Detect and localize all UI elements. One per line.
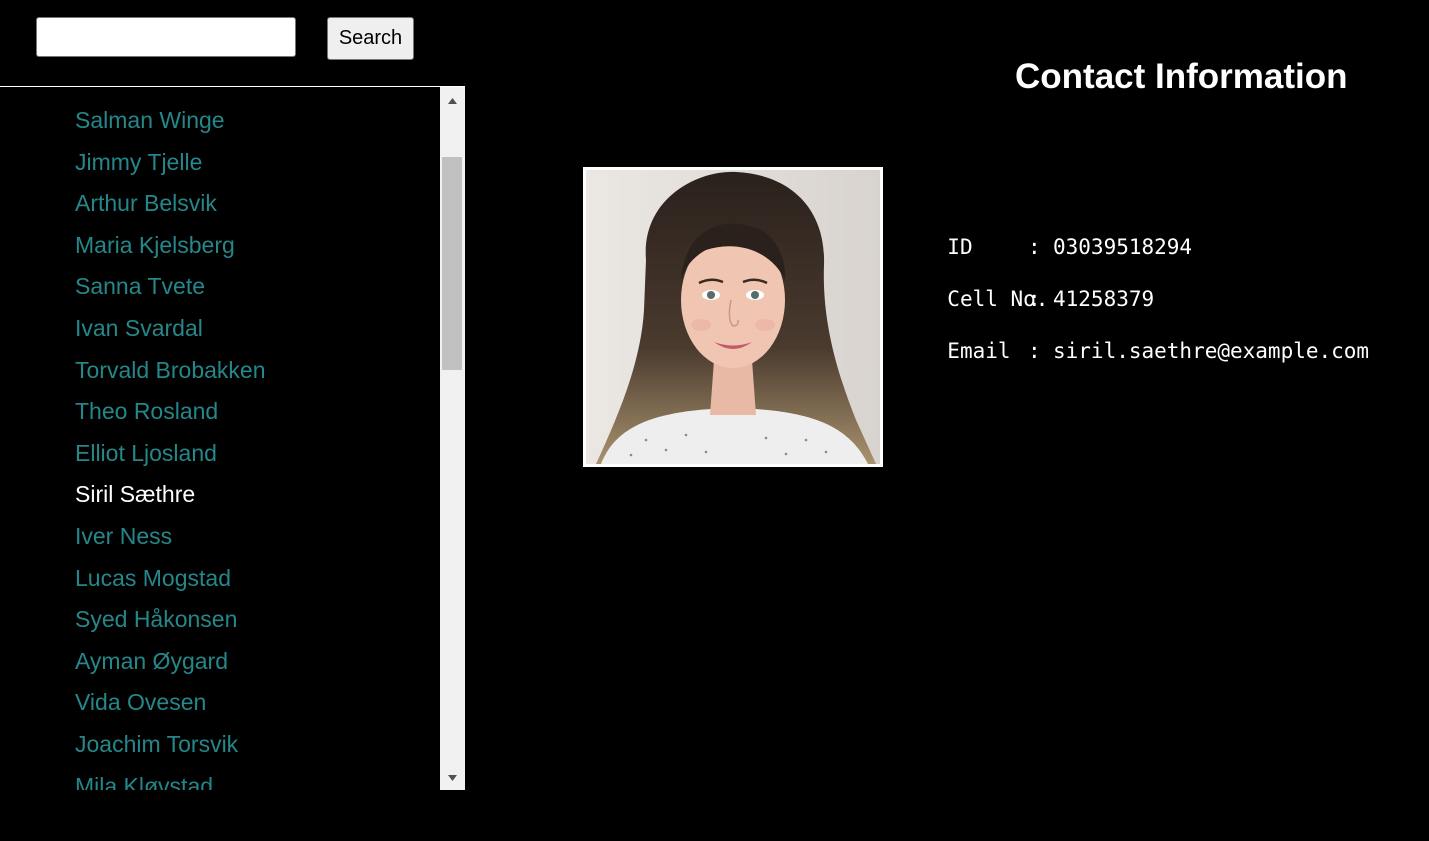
contact-list-item[interactable]: Torvald Brobakken bbox=[75, 355, 266, 385]
info-row-email: Email : siril.saethre@example.com bbox=[922, 338, 1369, 442]
contact-list-item[interactable]: Vida Ovesen bbox=[75, 687, 206, 717]
email-separator: : bbox=[1028, 339, 1041, 363]
scroll-up-arrow-icon[interactable] bbox=[440, 89, 465, 111]
contact-list-item[interactable]: Ayman Øygard bbox=[75, 646, 228, 676]
cell-value: 41258379 bbox=[1053, 287, 1155, 311]
contact-photo bbox=[583, 167, 883, 467]
email-value: siril.saethre@example.com bbox=[1053, 339, 1370, 363]
contact-list-item[interactable]: Arthur Belsvik bbox=[75, 188, 217, 218]
contact-list-item[interactable]: Theo Rosland bbox=[75, 396, 218, 426]
search-button[interactable]: Search bbox=[327, 17, 414, 60]
contact-list-item-selected[interactable]: Siril Sæthre bbox=[75, 479, 195, 509]
contact-list: Salman Winge Jimmy Tjelle Arthur Belsvik Ma… bbox=[0, 87, 440, 790]
contact-list-item[interactable]: Salman Winge bbox=[75, 105, 225, 135]
contact-list-item[interactable]: Jimmy Tjelle bbox=[75, 147, 202, 177]
contact-list-item[interactable]: Elliot Ljosland bbox=[75, 438, 217, 468]
cell-separator: : bbox=[1028, 287, 1041, 311]
id-value: 03039518294 bbox=[1053, 235, 1193, 259]
scroll-down-arrow-icon[interactable] bbox=[440, 767, 465, 789]
contact-list-item[interactable]: Joachim Torsvik bbox=[75, 729, 238, 759]
page-title: Contact Information bbox=[1015, 57, 1348, 96]
contact-list-item[interactable]: Sanna Tvete bbox=[75, 271, 205, 301]
contact-list-item[interactable]: Syed Håkonsen bbox=[75, 604, 237, 634]
contact-list-item[interactable]: Maria Kjelsberg bbox=[75, 230, 235, 260]
contact-list-item[interactable]: Ivan Svardal bbox=[75, 313, 203, 343]
portrait-image bbox=[586, 170, 880, 464]
contact-list-item[interactable]: Mila Kløvstad bbox=[75, 771, 213, 790]
id-label: ID bbox=[947, 235, 973, 259]
search-input[interactable] bbox=[36, 17, 296, 57]
email-label: Email bbox=[947, 339, 1011, 363]
contact-list-panel[interactable]: Salman Winge Jimmy Tjelle Arthur Belsvik Ma… bbox=[0, 86, 465, 790]
scrollbar[interactable] bbox=[440, 87, 465, 790]
contact-list-item[interactable]: Iver Ness bbox=[75, 521, 172, 551]
contact-list-item[interactable]: Lucas Mogstad bbox=[75, 563, 231, 593]
id-separator: : bbox=[1028, 235, 1041, 259]
scrollbar-thumb[interactable] bbox=[442, 157, 462, 370]
